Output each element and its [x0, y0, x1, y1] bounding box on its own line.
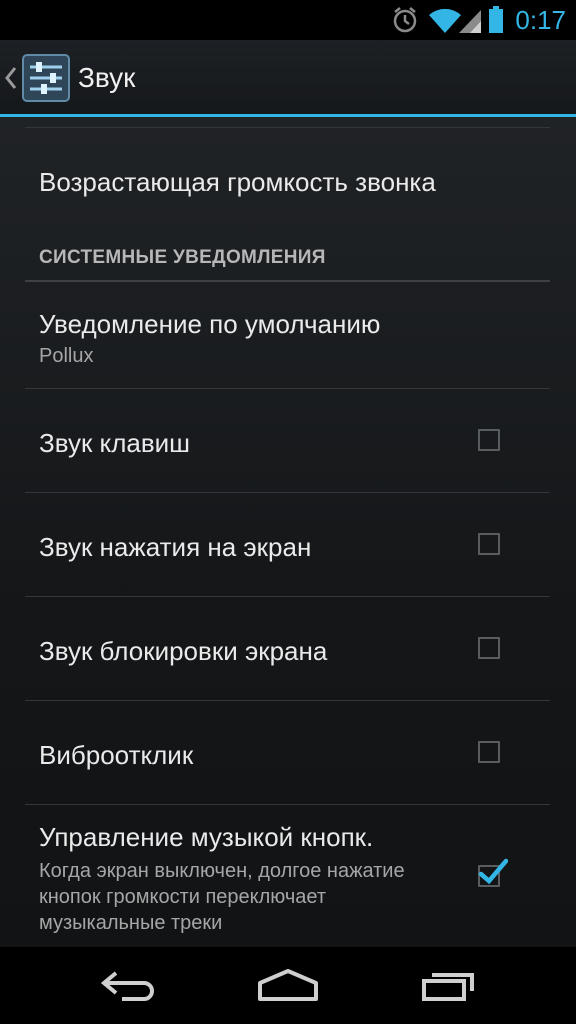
vibrate-checkbox[interactable] [478, 741, 500, 763]
divider [25, 596, 550, 597]
screen: 0:17 Звук Возрастающая громкость звонка … [0, 0, 576, 1024]
pref-summary: Pollux [39, 345, 94, 367]
pref-title: Звук нажатия на экран [39, 532, 312, 562]
home-icon[interactable] [256, 965, 320, 1010]
pref-title: Виброотклик [39, 740, 194, 770]
navigation-bar [0, 947, 576, 1024]
page-title: Звук [78, 62, 136, 93]
key-sounds-checkbox[interactable] [478, 429, 500, 451]
category-header-system: СИСТЕМНЫЕ УВЕДОМЛЕНИЯ [39, 247, 326, 268]
signal-icon [458, 8, 482, 39]
divider [25, 388, 550, 389]
wifi-icon [428, 8, 462, 39]
pref-title: Возрастающая громкость звонка [39, 167, 436, 197]
preferences-list[interactable]: Возрастающая громкость звонка СИСТЕМНЫЕ … [0, 117, 576, 947]
sound-settings-icon[interactable] [22, 54, 70, 107]
lock-sounds-checkbox[interactable] [478, 637, 500, 659]
back-icon[interactable] [98, 965, 158, 1010]
divider [25, 492, 550, 493]
pref-title: Звук клавиш [39, 428, 191, 458]
checkmark-icon [478, 858, 508, 885]
pref-title: Звук блокировки экрана [39, 636, 328, 666]
action-bar: Звук [0, 40, 576, 117]
recent-apps-icon[interactable] [420, 965, 480, 1010]
touch-sounds-checkbox[interactable] [478, 533, 500, 555]
pref-summary: Когда экран выключен, долгое нажатие кно… [39, 860, 405, 934]
pref-title: Уведомление по умолчанию [39, 309, 381, 339]
status-bar: 0:17 [0, 0, 576, 40]
category-divider [25, 280, 550, 282]
divider [25, 127, 550, 128]
music-control-checkbox[interactable] [478, 858, 508, 887]
battery-icon [488, 6, 504, 39]
up-caret-icon[interactable] [4, 66, 18, 95]
alarm-icon [392, 6, 418, 39]
divider [25, 700, 550, 701]
pref-title: Управление музыкой кнопк. [39, 822, 374, 852]
clock: 0:17 [515, 5, 566, 35]
divider [25, 804, 550, 805]
